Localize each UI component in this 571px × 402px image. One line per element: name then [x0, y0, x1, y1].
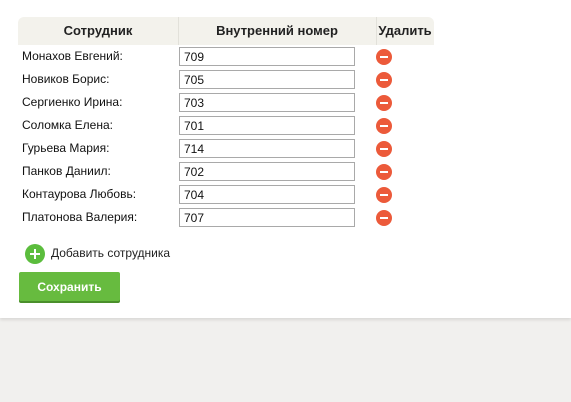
- extension-input[interactable]: [179, 116, 355, 135]
- employee-row: Новиков Борис:: [18, 68, 434, 91]
- delete-employee-icon[interactable]: [376, 164, 392, 180]
- extension-input[interactable]: [179, 70, 355, 89]
- add-employee-icon[interactable]: [25, 244, 45, 264]
- employee-name: Гурьева Мария:: [22, 141, 110, 155]
- delete-employee-icon[interactable]: [376, 118, 392, 134]
- delete-employee-icon[interactable]: [376, 210, 392, 226]
- employee-row: Гурьева Мария:: [18, 137, 434, 160]
- employee-row: Платонова Валерия:: [18, 206, 434, 229]
- employee-row: Сергиенко Ирина:: [18, 91, 434, 114]
- delete-employee-icon[interactable]: [376, 49, 392, 65]
- employee-row: Монахов Евгений:: [18, 45, 434, 68]
- employee-row: Контаурова Любовь:: [18, 183, 434, 206]
- table-header: Сотрудник Внутренний номер Удалить: [18, 17, 434, 45]
- column-header-delete: Удалить: [378, 23, 432, 38]
- column-header-employee: Сотрудник: [63, 23, 133, 38]
- employee-name: Контаурова Любовь:: [22, 187, 137, 201]
- extension-input[interactable]: [179, 208, 355, 227]
- save-button[interactable]: Сохранить: [19, 272, 120, 301]
- extension-input[interactable]: [179, 185, 355, 204]
- extension-input[interactable]: [179, 93, 355, 112]
- employee-name: Платонова Валерия:: [22, 210, 138, 224]
- employee-name: Монахов Евгений:: [22, 49, 123, 63]
- employee-row: Панков Даниил:: [18, 160, 434, 183]
- extension-input[interactable]: [179, 162, 355, 181]
- employee-name: Сергиенко Ирина:: [22, 95, 123, 109]
- add-employee-link[interactable]: Добавить сотрудника: [51, 246, 170, 261]
- content-panel: Сотрудник Внутренний номер Удалить Монах…: [0, 0, 571, 318]
- column-header-extension: Внутренний номер: [216, 23, 338, 38]
- delete-employee-icon[interactable]: [376, 95, 392, 111]
- extension-input[interactable]: [179, 139, 355, 158]
- employee-name: Новиков Борис:: [22, 72, 110, 86]
- employee-name: Панков Даниил:: [22, 164, 111, 178]
- delete-employee-icon[interactable]: [376, 187, 392, 203]
- employee-name: Соломка Елена:: [22, 118, 113, 132]
- delete-employee-icon[interactable]: [376, 72, 392, 88]
- delete-employee-icon[interactable]: [376, 141, 392, 157]
- extension-input[interactable]: [179, 47, 355, 66]
- employee-row: Соломка Елена:: [18, 114, 434, 137]
